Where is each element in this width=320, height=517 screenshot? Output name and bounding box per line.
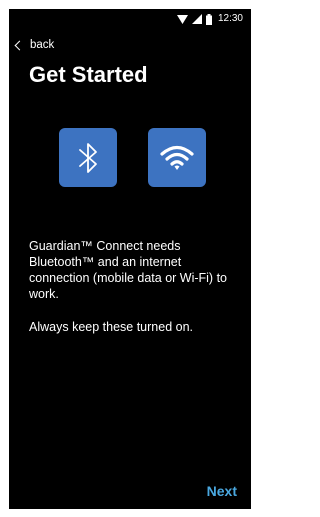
requirements-text: Guardian™ Connect needs Bluetooth™ and a… (29, 239, 227, 301)
phone-screen: 12:30 back Get Started Guardian™ Connect… (9, 9, 251, 509)
wifi-icon (160, 145, 194, 170)
back-button[interactable]: back (14, 39, 55, 51)
chevron-left-icon (14, 40, 25, 50)
battery-icon (205, 13, 212, 25)
back-label: back (30, 39, 55, 51)
bluetooth-tile (59, 128, 117, 187)
status-time: 12:30 (217, 13, 243, 24)
cellular-signal-icon (191, 14, 202, 24)
next-button[interactable]: Next (207, 483, 237, 499)
wifi-tile (148, 128, 206, 187)
page-title: Get Started (29, 62, 148, 87)
wifi-signal-icon (176, 14, 188, 24)
reminder-text: Always keep these turned on. (29, 320, 193, 334)
bluetooth-icon (79, 142, 97, 173)
status-bar: 12:30 (9, 9, 251, 29)
status-icons: 12:30 (176, 13, 243, 25)
